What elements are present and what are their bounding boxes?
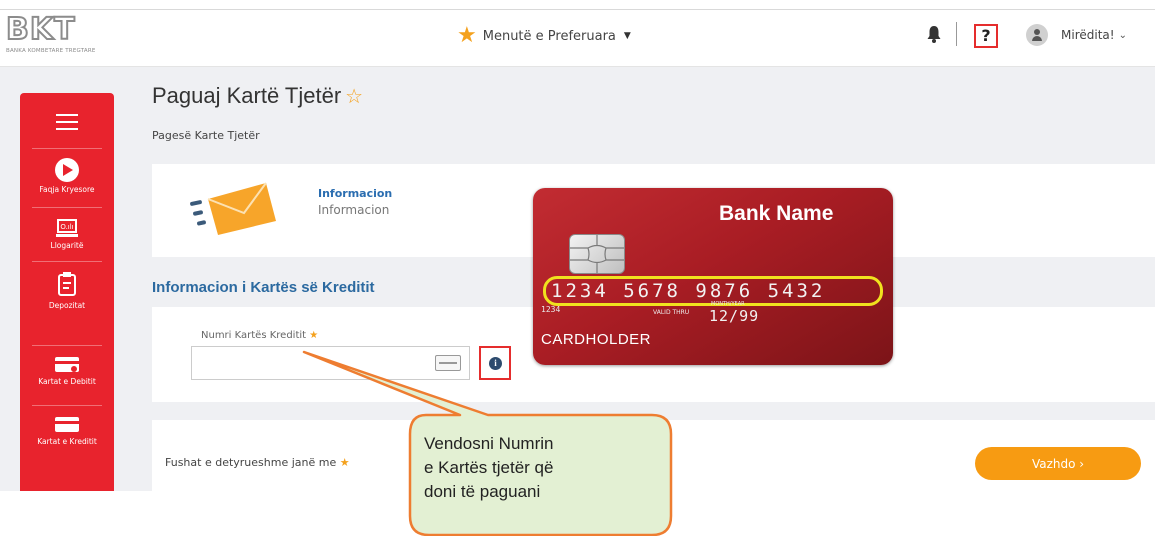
callout-line: Vendosni Numrin (424, 434, 554, 453)
callout-text: Vendosni Numrin e Kartës tjetër që doni … (424, 432, 654, 504)
callout-line: e Kartës tjetër që (424, 458, 554, 477)
callout-line: doni të paguani (424, 482, 541, 501)
